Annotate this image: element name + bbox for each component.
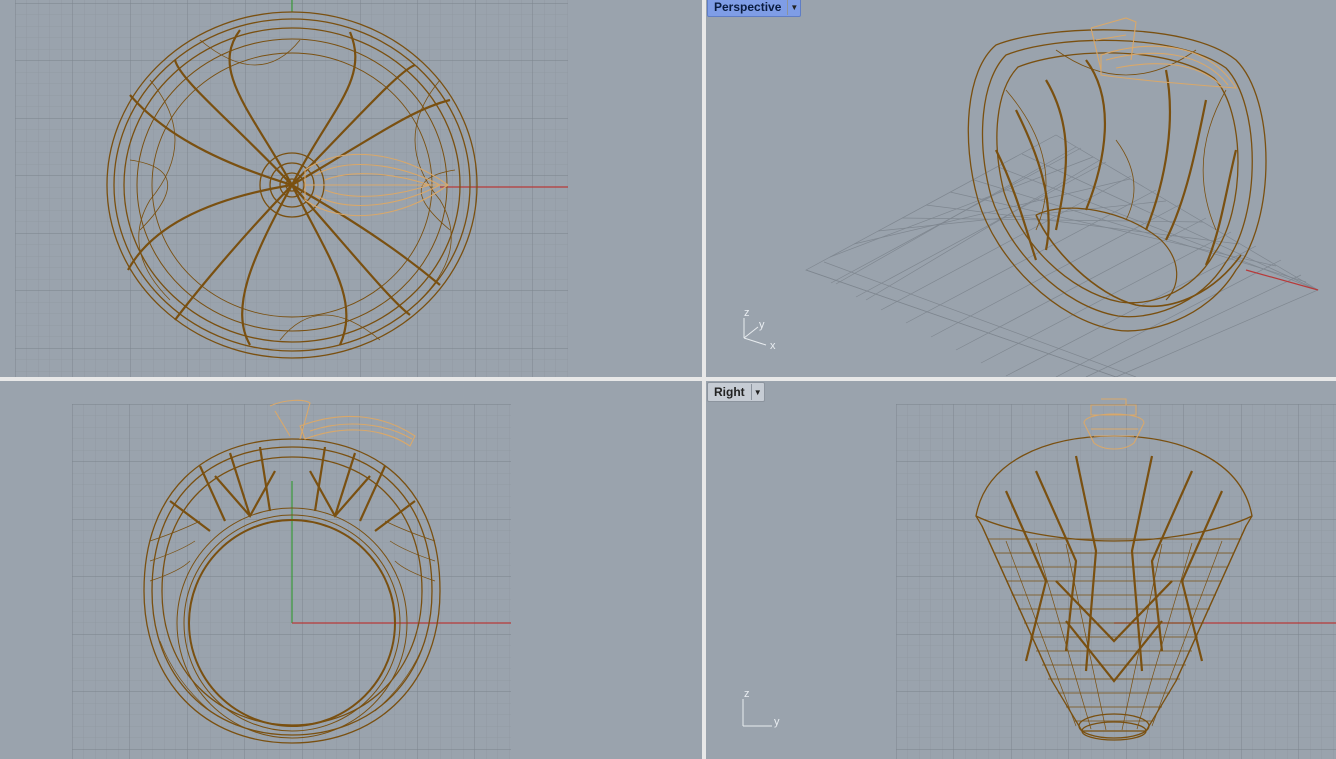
viewport-perspective-canvas[interactable]: z y x bbox=[706, 0, 1336, 377]
viewport-front-canvas[interactable] bbox=[0, 381, 702, 759]
axis-x-label: x bbox=[770, 340, 776, 352]
viewport-right[interactable]: z y Right ▼ bbox=[706, 381, 1336, 759]
viewport-perspective[interactable]: z y x Perspective ▼ bbox=[706, 0, 1336, 377]
axis-widget: z y bbox=[742, 688, 780, 728]
viewport-tab-perspective[interactable]: Perspective ▼ bbox=[707, 0, 802, 17]
axis-widget: z y x bbox=[743, 307, 776, 352]
viewport-top[interactable] bbox=[0, 0, 702, 377]
axis-y-label: y bbox=[759, 319, 765, 331]
viewport-right-canvas[interactable]: z y bbox=[706, 381, 1336, 759]
axis-z-label: z bbox=[744, 307, 750, 319]
viewport-tab-right[interactable]: Right ▼ bbox=[707, 382, 765, 402]
chevron-down-icon[interactable]: ▼ bbox=[750, 384, 764, 400]
axis-y-label: y bbox=[774, 716, 780, 728]
viewport-top-canvas[interactable] bbox=[0, 0, 702, 377]
x-axis-line bbox=[1245, 269, 1319, 291]
axis-z-label: z bbox=[744, 688, 750, 700]
viewport-tab-label: Perspective bbox=[714, 0, 782, 14]
chevron-down-icon[interactable]: ▼ bbox=[787, 0, 800, 15]
viewport-tab-label: Right bbox=[714, 385, 745, 399]
ring-perspective-wireframe[interactable] bbox=[967, 29, 1267, 332]
viewport-front[interactable] bbox=[0, 381, 702, 759]
